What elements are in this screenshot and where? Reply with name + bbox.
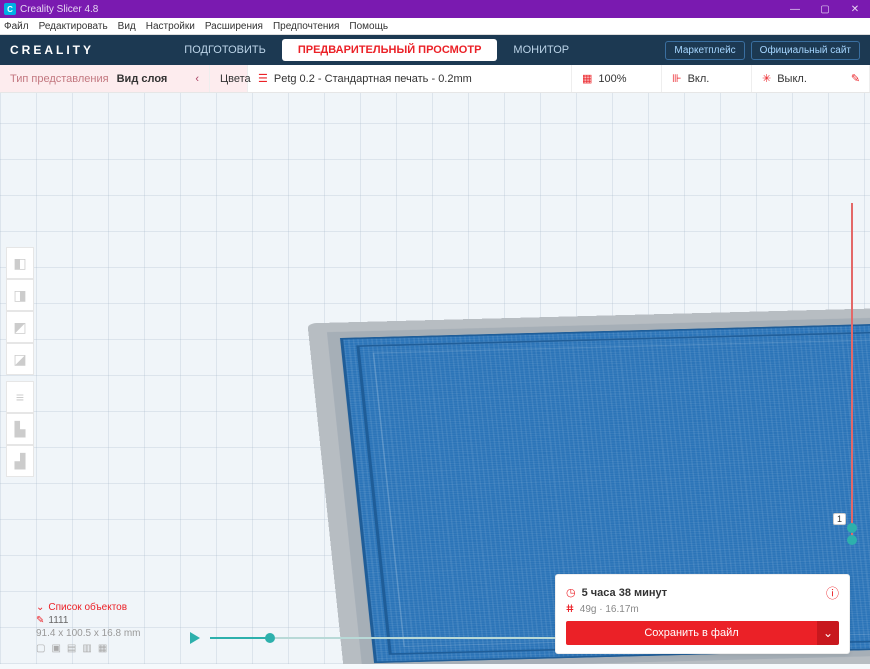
layers-icon: ☰	[258, 72, 268, 85]
object-dimensions: 91.4 x 100.5 x 16.8 mm	[36, 628, 141, 639]
print-profile-selector[interactable]: ☰ Petg 0.2 - Стандартная печать - 0.2mm	[248, 65, 572, 92]
object-list-item[interactable]: ✎ 1111	[36, 615, 141, 626]
logo: CREALITY	[10, 43, 94, 57]
save-to-file-button[interactable]: Сохранить в файл	[566, 621, 817, 645]
object-name: 1111	[48, 615, 68, 626]
menu-view[interactable]: Вид	[118, 21, 136, 32]
cube4-icon[interactable]: ▥	[82, 643, 91, 654]
view-xray-button[interactable]: ◨	[6, 279, 34, 311]
layer-slider-handle-bottom[interactable]	[847, 535, 857, 545]
view-type-selector[interactable]: Тип представления Вид слоя ‹	[0, 65, 210, 92]
cube-icon[interactable]: ▢	[36, 643, 45, 654]
pencil-icon: ✎	[36, 615, 44, 626]
info-icon[interactable]: ⓘ	[826, 583, 839, 602]
menu-preferences[interactable]: Предпочтения	[273, 21, 339, 32]
app-icon: C	[4, 3, 16, 15]
cube5-icon[interactable]: ▦	[98, 643, 107, 654]
options-bar: Тип представления Вид слоя ‹ Цвета ☰ Pet…	[0, 65, 870, 93]
print-time: 5 часа 38 минут	[582, 587, 668, 599]
layer-slider-handle-top[interactable]	[847, 523, 857, 533]
adhesion-icon: ✳	[762, 72, 771, 85]
window-title: Creality Slicer 4.8	[20, 4, 98, 15]
menu-help[interactable]: Помощь	[349, 21, 388, 32]
tab-prepare[interactable]: ПОДГОТОВИТЬ	[168, 39, 282, 61]
window-controls: — ▢ ✕	[780, 0, 870, 18]
view-type-value: Вид слоя	[117, 73, 168, 85]
chevron-down-icon: ⌄	[823, 626, 833, 640]
cube3-icon[interactable]: ▤	[67, 643, 76, 654]
chevron-left-icon: ‹	[195, 73, 199, 85]
infill-icon: ▦	[582, 72, 592, 85]
adhesion-control[interactable]: ✳ Выкл.	[752, 65, 842, 92]
object-list-panel: ⌄ Список объектов ✎ 1111 91.4 x 100.5 x …	[36, 602, 141, 654]
tab-monitor[interactable]: МОНИТОР	[497, 39, 585, 61]
view-solid-button[interactable]: ◧	[6, 247, 34, 279]
view-layer-button[interactable]: ◩	[6, 311, 34, 343]
view-toolbar: ◧ ◨ ◩ ◪ ≡ ▙ ▟	[6, 247, 34, 477]
header: CREALITY ПОДГОТОВИТЬ ПРЕДВАРИТЕЛЬНЫЙ ПРО…	[0, 35, 870, 65]
save-dropdown-button[interactable]: ⌄	[817, 621, 839, 645]
view-option5-button[interactable]: ≡	[6, 381, 34, 413]
object-actions: ▢ ▣ ▤ ▥ ▦	[36, 643, 141, 654]
view-option7-button[interactable]: ▟	[6, 445, 34, 477]
menu-edit[interactable]: Редактировать	[39, 21, 108, 32]
stage-tabs: ПОДГОТОВИТЬ ПРЕДВАРИТЕЛЬНЫЙ ПРОСМОТР МОН…	[168, 35, 585, 65]
play-icon[interactable]	[190, 632, 200, 644]
layer-slider[interactable]: 1	[844, 203, 860, 543]
chevron-down-icon: ⌄	[36, 602, 44, 613]
viewport[interactable]: ◧ ◨ ◩ ◪ ≡ ▙ ▟ 1 ⌄ Список объектов ✎ 1111…	[0, 93, 870, 664]
simulation-slider-handle[interactable]	[265, 633, 275, 643]
filament-icon: ⵌ	[566, 604, 574, 615]
clock-icon: ◷	[566, 586, 576, 599]
print-info-panel: ◷ 5 часа 38 минут ⓘ ⵌ 49g · 16.17m Сохра…	[555, 574, 850, 654]
maximize-button[interactable]: ▢	[810, 0, 840, 18]
minimize-button[interactable]: —	[780, 0, 810, 18]
color-scheme-label: Цвета	[220, 73, 251, 85]
edit-settings-button[interactable]: ✎	[842, 65, 870, 92]
view-option6-button[interactable]: ▙	[6, 413, 34, 445]
tab-preview[interactable]: ПРЕДВАРИТЕЛЬНЫЙ ПРОСМОТР	[282, 39, 498, 61]
support-value: Вкл.	[688, 73, 710, 85]
color-scheme-selector[interactable]: Цвета	[210, 65, 248, 92]
official-site-button[interactable]: Официальный сайт	[751, 41, 860, 60]
layer-slider-value: 1	[833, 513, 846, 525]
menubar: Файл Редактировать Вид Настройки Расшире…	[0, 18, 870, 35]
print-profile-value: Petg 0.2 - Стандартная печать - 0.2mm	[274, 73, 472, 85]
adhesion-value: Выкл.	[777, 73, 807, 85]
menu-settings[interactable]: Настройки	[146, 21, 195, 32]
object-list-title[interactable]: ⌄ Список объектов	[36, 602, 141, 613]
view-type-label: Тип представления	[10, 73, 109, 85]
cube2-icon[interactable]: ▣	[51, 643, 60, 654]
infill-control[interactable]: ▦ 100%	[572, 65, 662, 92]
close-button[interactable]: ✕	[840, 0, 870, 18]
pencil-icon: ✎	[851, 72, 860, 85]
view-option4-button[interactable]: ◪	[6, 343, 34, 375]
support-icon: ⊪	[672, 72, 682, 85]
titlebar: C Creality Slicer 4.8 — ▢ ✕	[0, 0, 870, 18]
marketplace-button[interactable]: Маркетплейс	[665, 41, 744, 60]
infill-value: 100%	[598, 73, 626, 85]
menu-extensions[interactable]: Расширения	[205, 21, 263, 32]
support-control[interactable]: ⊪ Вкл.	[662, 65, 752, 92]
menu-file[interactable]: Файл	[4, 21, 29, 32]
print-material: 49g · 16.17m	[580, 604, 639, 615]
